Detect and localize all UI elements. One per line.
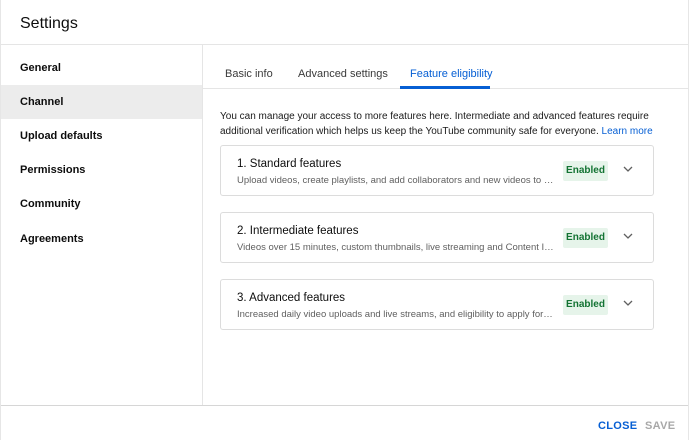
active-tab-indicator	[400, 86, 490, 89]
close-button[interactable]: CLOSE	[598, 419, 637, 433]
sidebar-item-channel[interactable]: Channel	[1, 85, 202, 119]
sidebar-item-permissions[interactable]: Permissions	[1, 153, 202, 187]
settings-dialog: Settings General Channel Upload defaults…	[0, 0, 689, 440]
save-button[interactable]: SAVE	[645, 419, 675, 433]
chevron-down-icon[interactable]	[622, 297, 634, 309]
sidebar-item-community[interactable]: Community	[1, 187, 202, 221]
feature-title: 2. Intermediate features	[237, 225, 359, 237]
tab-advanced-settings[interactable]: Advanced settings	[298, 67, 388, 81]
sidebar-item-upload-defaults[interactable]: Upload defaults	[1, 119, 202, 153]
dialog-footer: CLOSE SAVE	[1, 405, 688, 440]
feature-description: Upload videos, create playlists, and add…	[237, 175, 555, 186]
tab-bar: Basic info Advanced settings Feature eli…	[203, 45, 689, 89]
intro-text: You can manage your access to more featu…	[220, 111, 649, 137]
learn-more-link[interactable]: Learn more	[602, 126, 653, 137]
status-badge: Enabled	[563, 295, 608, 315]
status-badge: Enabled	[563, 228, 608, 248]
feature-title: 3. Advanced features	[237, 292, 346, 304]
dialog-header: Settings	[1, 0, 688, 45]
feature-card-standard[interactable]: 1. Standard features Upload videos, crea…	[220, 145, 654, 196]
sidebar-item-agreements[interactable]: Agreements	[1, 222, 202, 256]
feature-card-intermediate[interactable]: 2. Intermediate features Videos over 15 …	[220, 212, 654, 263]
sidebar-item-general[interactable]: General	[1, 51, 202, 85]
channel-settings-panel: Basic info Advanced settings Feature eli…	[203, 45, 689, 405]
chevron-down-icon[interactable]	[622, 230, 634, 242]
feature-eligibility-intro: You can manage your access to more featu…	[220, 109, 660, 139]
chevron-down-icon[interactable]	[622, 163, 634, 175]
feature-card-advanced[interactable]: 3. Advanced features Increased daily vid…	[220, 279, 654, 330]
feature-title: 1. Standard features	[237, 158, 342, 170]
dialog-title: Settings	[20, 15, 78, 32]
tab-feature-eligibility[interactable]: Feature eligibility	[410, 67, 493, 81]
feature-description: Increased daily video uploads and live s…	[237, 309, 555, 320]
feature-description: Videos over 15 minutes, custom thumbnail…	[237, 242, 555, 253]
tab-basic-info[interactable]: Basic info	[225, 67, 273, 81]
settings-sidebar: General Channel Upload defaults Permissi…	[1, 45, 203, 405]
status-badge: Enabled	[563, 161, 608, 181]
